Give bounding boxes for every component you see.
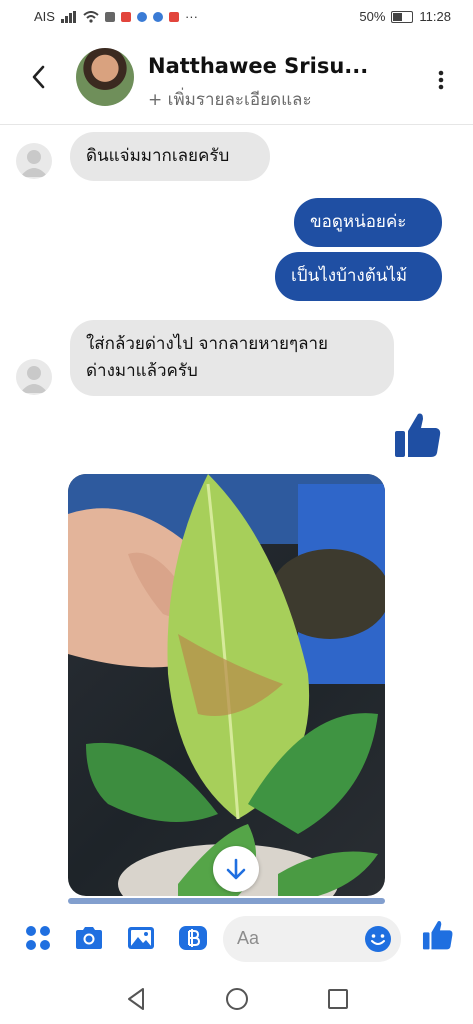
message-text-line: ด่างมาแล้วครับ [86,361,198,381]
photo-attachment[interactable] [68,474,385,896]
message-text: ดินแจ่มมากเลยครับ [86,146,230,166]
contact-subtitle[interactable]: + เพิ่มรายละเอียดและ [148,86,312,113]
like-icon[interactable] [392,409,444,461]
messenger-notification-icon-2 [152,11,163,22]
nav-back-icon[interactable] [124,986,150,1012]
carrier-label: AIS [34,9,55,24]
messenger-notification-icon [136,11,147,22]
nav-home-icon[interactable] [224,986,250,1012]
default-avatar-icon [20,150,48,177]
sender-avatar[interactable] [16,359,52,395]
more-notifications-label: ··· [184,9,198,24]
chat-header: Natthawee Srisu... + เพิ่มรายละเอียดและ [0,34,473,125]
plant-photo [68,474,385,896]
like-icon[interactable] [421,918,455,952]
sender-avatar[interactable] [16,143,52,179]
gallery-icon[interactable] [125,922,157,954]
wifi-icon [83,10,99,23]
system-nav-bar [0,974,473,1024]
message-input[interactable]: Aa [223,916,401,962]
download-icon [226,858,246,880]
message-input-placeholder: Aa [237,928,260,948]
battery-percent: 50% [359,9,386,24]
contact-name[interactable]: Natthawee Srisu... [148,54,368,78]
notification-icon [104,11,115,22]
status-left: AIS ··· [34,9,198,24]
camera-icon[interactable] [73,922,105,954]
menu-icon[interactable] [22,922,54,954]
message-bubble-incoming[interactable]: ดินแจ่มมากเลยครับ [70,132,270,181]
signal-icon [60,10,76,23]
message-bubble-incoming[interactable]: ใส่กล้วยด่างไป จากลายหายๆลาย ด่างมาแล้วค… [70,320,394,396]
clock: 11:28 [419,9,451,24]
app-notification-icon [120,11,131,22]
default-avatar-icon [20,366,48,393]
scroll-down-button[interactable] [213,846,259,892]
composer-bar: Aa [0,904,473,974]
payment-icon[interactable] [177,922,209,954]
app-notification-icon-2 [168,11,179,22]
battery-icon [391,10,414,23]
nav-recent-icon[interactable] [325,986,351,1012]
message-bubble-outgoing[interactable]: เป็นไงบ้างต้นไม้ [275,252,442,301]
status-right: 50% 11:28 [359,9,451,24]
message-text: ขอดูหน่อยค่ะ [310,212,407,232]
back-icon[interactable] [28,62,50,92]
message-text-line: ใส่กล้วยด่างไป จากลายหายๆลาย [86,334,329,354]
more-icon[interactable] [438,70,444,90]
contact-avatar[interactable] [76,48,134,106]
message-text: เป็นไงบ้างต้นไม้ [291,266,408,286]
status-bar: AIS ··· 50% 11:28 [0,0,473,34]
emoji-icon[interactable] [364,925,392,953]
message-bubble-outgoing[interactable]: ขอดูหน่อยค่ะ [294,198,442,247]
